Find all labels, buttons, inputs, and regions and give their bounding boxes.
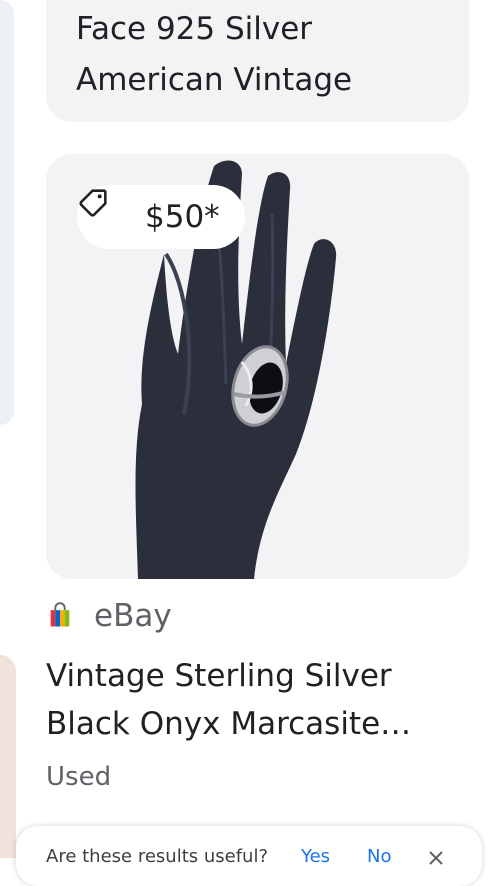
feedback-yes-button[interactable]: Yes xyxy=(301,846,330,867)
previous-card-edge[interactable] xyxy=(0,0,14,425)
source-name[interactable]: eBay xyxy=(94,598,172,634)
condition-label: Used xyxy=(46,762,112,792)
product-image-card[interactable]: $50* xyxy=(46,154,469,579)
feedback-no-button[interactable]: No xyxy=(367,846,391,867)
ebay-shopping-bag-icon xyxy=(46,602,74,630)
feedback-bar: Are these results useful? Yes No xyxy=(16,826,482,886)
source-row[interactable]: eBay xyxy=(46,596,172,636)
adjacent-card-edge[interactable] xyxy=(0,655,16,858)
previous-result-title: Face 925 Silver American Vintage xyxy=(76,11,353,98)
feedback-question: Are these results useful? xyxy=(46,846,269,867)
price-badge: $50* xyxy=(77,185,245,249)
previous-result-card[interactable]: Face 925 Silver American Vintage xyxy=(46,0,469,122)
product-title[interactable]: Vintage Sterling Silver Black Onyx Marca… xyxy=(46,652,476,748)
tag-icon xyxy=(79,189,133,234)
price-text: $50* xyxy=(145,199,220,235)
close-icon[interactable] xyxy=(426,848,446,868)
